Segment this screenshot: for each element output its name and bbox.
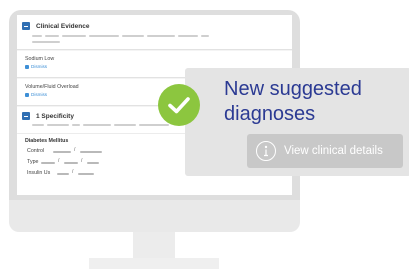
field-value[interactable] <box>57 173 69 175</box>
field-value[interactable] <box>41 162 55 164</box>
section-title: 1 Specificity <box>36 112 74 120</box>
monitor-stand-neck <box>133 232 175 260</box>
clinical-evidence-header-panel: Clinical Evidence <box>17 15 292 50</box>
placeholder-line <box>114 124 136 126</box>
field-value[interactable] <box>64 162 78 164</box>
placeholder-line <box>47 124 69 126</box>
evidence-label: Volume/Fluid Overload <box>25 84 79 90</box>
placeholder-line <box>147 35 175 37</box>
placeholder-line <box>122 35 144 37</box>
check-icon <box>158 84 200 126</box>
collapse-icon[interactable] <box>22 112 30 120</box>
evidence-label: Sodium Low <box>25 56 55 62</box>
specificity-header[interactable]: 1 Specificity <box>22 112 74 120</box>
field-value[interactable] <box>80 151 102 153</box>
collapse-icon[interactable] <box>22 22 30 30</box>
button-label: View clinical details <box>284 145 383 157</box>
dismiss-icon <box>25 64 29 69</box>
placeholder-line <box>72 124 80 126</box>
field-label-type: Type <box>27 159 39 165</box>
separator: / <box>58 158 60 164</box>
field-label-insulin: Insulin Us <box>27 170 51 176</box>
field-value[interactable] <box>78 173 94 175</box>
dismiss-link[interactable]: Dismiss <box>25 92 47 97</box>
dismiss-link[interactable]: Dismiss <box>25 64 47 69</box>
placeholder-line <box>32 41 60 43</box>
field-value[interactable] <box>87 162 99 164</box>
section-title: Clinical Evidence <box>36 22 90 30</box>
placeholder-line <box>45 35 59 37</box>
separator: / <box>72 169 74 175</box>
info-icon <box>256 141 276 161</box>
monitor-stand-base <box>89 258 219 269</box>
placeholder-line <box>178 35 198 37</box>
field-value[interactable] <box>53 151 71 153</box>
placeholder-line <box>201 35 209 37</box>
dismiss-label: Dismiss <box>31 92 48 97</box>
placeholder-line <box>32 35 42 37</box>
placeholder-line <box>89 35 119 37</box>
diagnosis-label: Diabetes Mellitus <box>25 138 69 144</box>
placeholder-line <box>83 124 111 126</box>
dismiss-icon <box>25 92 29 97</box>
field-label-control: Control <box>27 148 45 154</box>
monitor-chin <box>9 200 300 232</box>
placeholder-line <box>62 35 86 37</box>
view-clinical-details-button[interactable]: View clinical details <box>247 134 403 168</box>
placeholder-line <box>32 124 44 126</box>
dismiss-label: Dismiss <box>31 64 48 69</box>
clinical-evidence-header[interactable]: Clinical Evidence <box>22 22 89 30</box>
placeholder-line <box>139 124 169 126</box>
suggestion-title: New suggested diagnoses <box>224 78 362 125</box>
separator: / <box>81 158 83 164</box>
separator: / <box>74 147 76 153</box>
